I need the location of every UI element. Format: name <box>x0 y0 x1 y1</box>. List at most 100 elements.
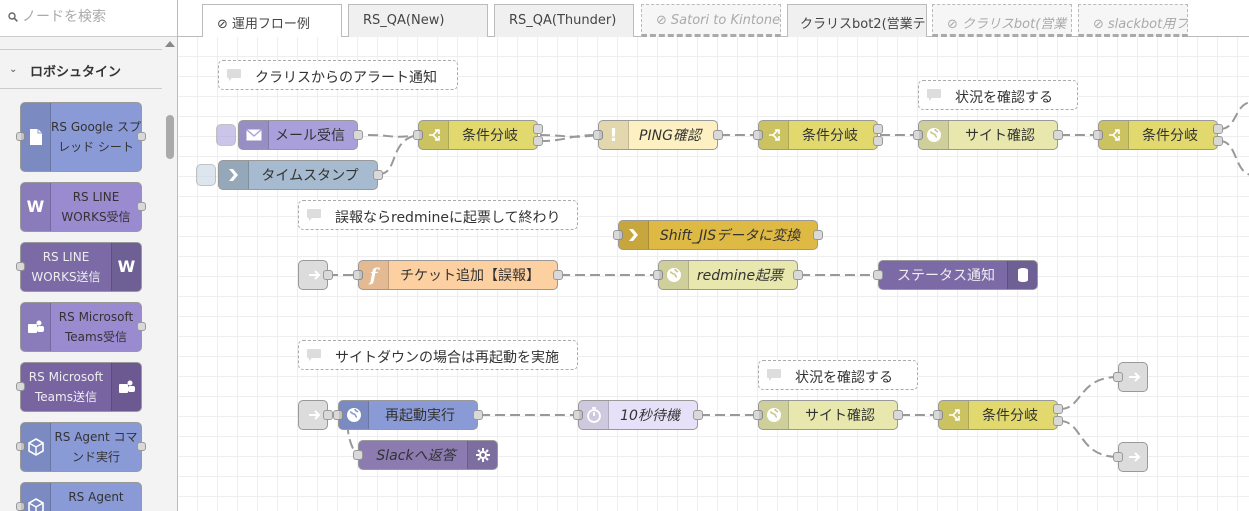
output-port <box>323 270 333 280</box>
tab-label: Satori to Kintone <box>670 13 781 28</box>
palette-node-google-sheets[interactable]: RS Google スプレッド シート <box>16 102 146 172</box>
palette-scrollbar[interactable] <box>162 37 177 511</box>
output-port <box>373 170 383 180</box>
timer-icon <box>579 401 609 429</box>
tab-slackbot[interactable]: ⊘ slackbot用フ <box>1078 4 1188 37</box>
speech-bubble-icon <box>219 61 249 89</box>
globe-icon <box>659 261 689 289</box>
palette-node-teams-send[interactable]: RS Microsoft Teams送信 <box>16 362 142 412</box>
tab-clarisbot[interactable]: ⊘ クラリスbot(営業 <box>932 4 1072 37</box>
tab-label: クラリスbot(営業 <box>961 17 1067 32</box>
disabled-icon: ⊘ <box>656 13 667 28</box>
speech-bubble-icon <box>299 341 329 369</box>
node-label: サイト確認 <box>965 128 1035 144</box>
comment-node[interactable]: 誤報ならredmineに起票して終わり <box>298 200 578 230</box>
flow-node-switch-1[interactable]: 条件分岐 <box>413 120 543 150</box>
node-label: 再起動実行 <box>385 408 455 424</box>
palette-node-teams-receive[interactable]: RS Microsoft Teams受信 <box>20 302 146 352</box>
comment-node[interactable]: 状況を確認する <box>758 360 918 390</box>
tab-clarisbot2[interactable]: クラリスbot2(営業テ <box>787 4 927 37</box>
flow-node-switch-3[interactable]: 条件分岐 <box>1093 120 1223 150</box>
flow-node-status-notify[interactable]: ステータス通知 <box>873 260 1038 290</box>
palette-category-header[interactable]: ⌄ ロボシュタイン <box>0 49 162 89</box>
comment-node[interactable]: サイトダウンの場合は再起動を実施 <box>298 340 578 370</box>
palette-node-label: RS Agent コマンド実行 <box>54 430 138 464</box>
flow-node-redmine[interactable]: redmine起票 <box>653 260 803 290</box>
flow-node-link-out-2[interactable] <box>1113 442 1148 472</box>
link-arrow-icon <box>1119 363 1149 391</box>
palette-node-label: RS Google スプレッド シート <box>51 120 141 154</box>
flow-node-link-in-2[interactable] <box>298 400 333 430</box>
teams-icon <box>21 303 51 351</box>
flow-node-mail[interactable]: メール受信 <box>238 120 363 150</box>
output-port <box>323 410 333 420</box>
flow-node-sjis-convert[interactable]: Shift_JISデータに変換 <box>613 220 823 250</box>
flow-node-slack-reply[interactable]: Slackへ返答 <box>353 440 498 470</box>
palette-sidebar: ⌄ ロボシュタイン RS Google スプレッド シート W RS LINE … <box>0 0 178 511</box>
output-port <box>533 124 543 134</box>
database-icon <box>1007 261 1037 289</box>
globe-icon <box>339 401 369 429</box>
output-port <box>553 270 563 280</box>
node-label: 条件分岐 <box>982 408 1038 424</box>
flow-node-timestamp[interactable]: タイムスタンプ <box>218 160 383 190</box>
inject-button[interactable] <box>196 164 216 186</box>
palette-node-label: RS LINE WORKS送信 <box>31 250 101 284</box>
wire <box>1059 376 1119 410</box>
cube-icon <box>21 423 51 471</box>
flow-node-site-check-1[interactable]: サイト確認 <box>913 120 1063 150</box>
flow-node-site-check-2[interactable]: サイト確認 <box>753 400 903 430</box>
output-port <box>793 270 803 280</box>
output-port <box>1213 136 1223 146</box>
flow-node-ticket-add[interactable]: f チケット追加【誤報】 <box>353 260 563 290</box>
output-port <box>137 132 146 141</box>
flow-node-restart[interactable]: 再起動実行 <box>333 400 483 430</box>
scrollbar-thumb[interactable] <box>166 115 174 159</box>
output-port <box>1053 130 1063 140</box>
scroll-up-arrow-icon[interactable] <box>165 41 175 47</box>
flow-node-link-out-1[interactable] <box>1113 362 1149 392</box>
comment-label: クラリスからのアラート通知 <box>255 70 437 86</box>
tab-operation-flow[interactable]: ⊘ 運用フロー例 <box>202 4 342 38</box>
flow-node-switch-2[interactable]: 条件分岐 <box>753 120 883 150</box>
tab-label: クラリスbot2(営業テ <box>800 17 926 32</box>
search-input[interactable] <box>22 4 172 30</box>
chevron-down-icon: ⌄ <box>9 64 18 75</box>
node-label: サイト確認 <box>805 408 875 424</box>
output-port <box>873 124 883 134</box>
flow-node-link-in-1[interactable] <box>298 260 333 290</box>
palette-node-lineworks-receive[interactable]: W RS LINE WORKS受信 <box>20 182 146 232</box>
switch-icon <box>939 401 969 429</box>
tab-rs-qa-thunder[interactable]: RS_QA(Thunder) <box>494 4 634 37</box>
palette-node-lineworks-send[interactable]: RS LINE WORKS送信 W <box>16 242 142 292</box>
speech-bubble-icon <box>919 81 949 109</box>
input-port <box>873 270 883 280</box>
palette-node-agent[interactable]: RS Agent <box>16 482 142 511</box>
tab-rs-qa-new[interactable]: RS_QA(New) <box>348 4 488 37</box>
inject-button[interactable] <box>216 124 236 146</box>
switch-icon <box>1099 121 1129 149</box>
disabled-icon: ⊘ <box>1093 17 1104 32</box>
output-port <box>473 410 483 420</box>
wire <box>1219 101 1249 130</box>
flow-node-switch-4[interactable]: 条件分岐 <box>933 400 1063 430</box>
palette-node-label: RS LINE WORKS受信 <box>61 190 131 224</box>
palette-search <box>0 0 177 37</box>
node-label: 条件分岐 <box>462 128 518 144</box>
node-label: タイムスタンプ <box>261 168 359 184</box>
function-icon: f <box>359 261 389 289</box>
flow-workspace[interactable]: クラリスからのアラート通知 メール受信 タイムスタンプ 条件分岐 ! PING確… <box>178 37 1249 511</box>
tab-satori-to-kintone[interactable]: ⊘ Satori to Kintone <box>641 4 781 37</box>
palette-node-agent-command[interactable]: RS Agent コマンド実行 <box>16 422 146 472</box>
globe-icon <box>759 401 789 429</box>
comment-node[interactable]: 状況を確認する <box>918 80 1078 110</box>
comment-node[interactable]: クラリスからのアラート通知 <box>218 60 458 90</box>
palette-category-label: ロボシュタイン <box>30 65 122 80</box>
flow-node-ping[interactable]: ! PING確認 <box>593 120 723 150</box>
disabled-icon: ⊘ <box>947 17 958 32</box>
node-red-editor: ⌄ ロボシュタイン RS Google スプレッド シート W RS LINE … <box>0 0 1249 511</box>
wire <box>378 134 419 175</box>
gear-icon <box>467 441 497 469</box>
output-port <box>1053 404 1063 414</box>
flow-node-wait[interactable]: 10秒待機 <box>573 400 703 430</box>
